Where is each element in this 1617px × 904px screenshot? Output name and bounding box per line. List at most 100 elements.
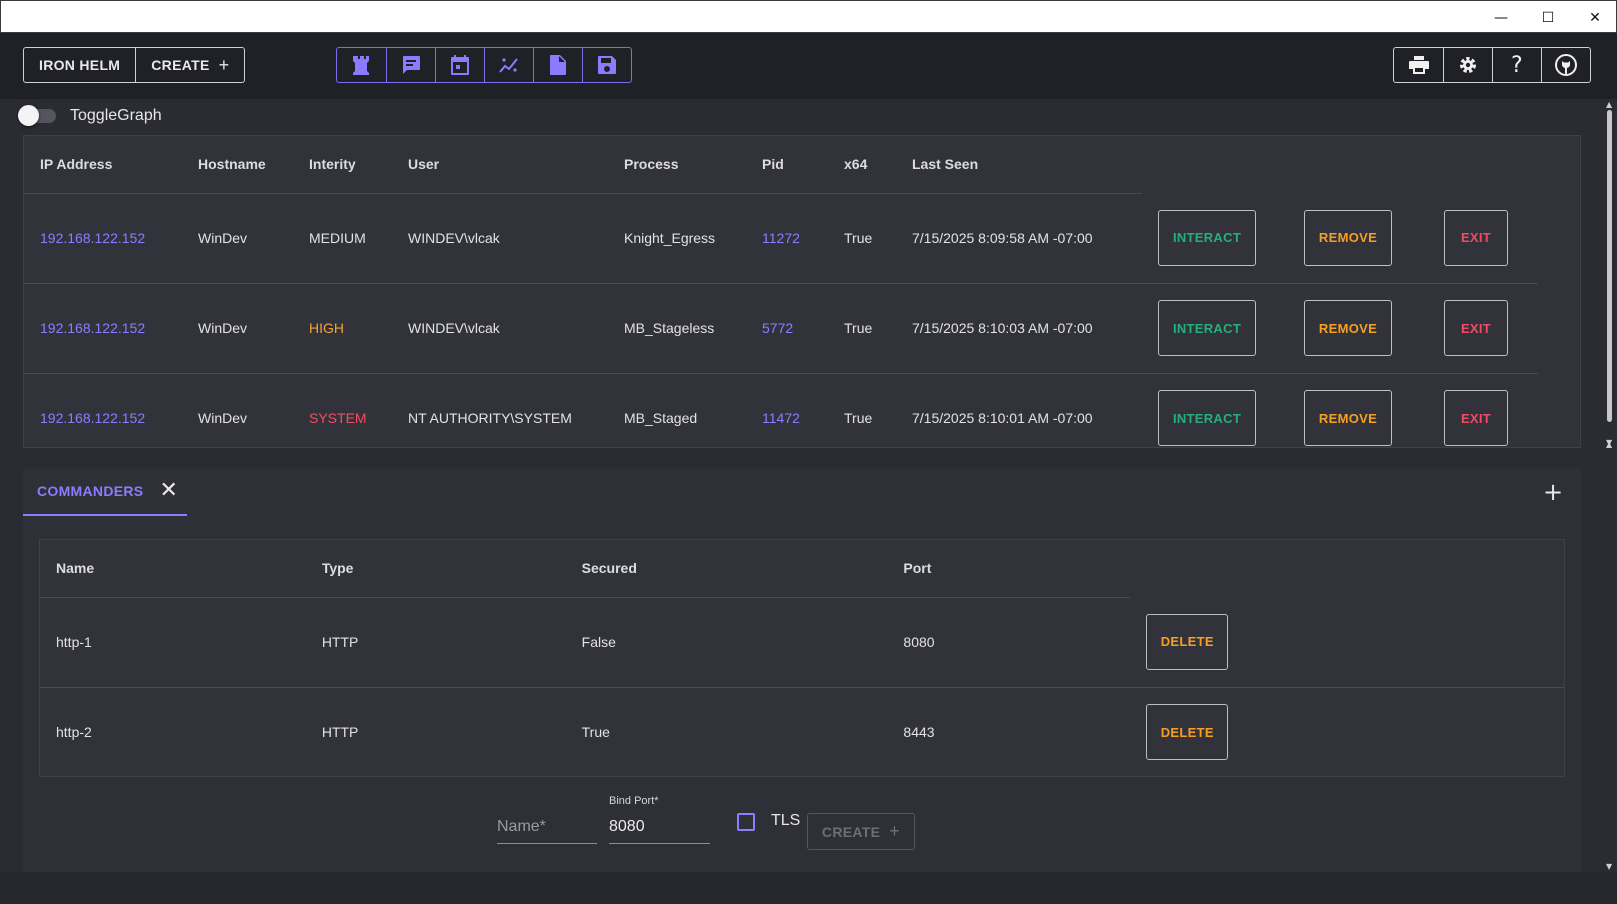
create-commander-button[interactable]: CREATE + xyxy=(807,813,915,850)
col-process: Process xyxy=(608,136,746,194)
tab-commanders-label: COMMANDERS xyxy=(37,483,144,499)
name-placeholder: Name* xyxy=(497,818,546,835)
commander-row: http-2 HTTP True 8443 DELETE xyxy=(40,686,1564,777)
iron-helm-label: IRON HELM xyxy=(39,57,121,73)
save-button[interactable] xyxy=(582,48,631,82)
calendar-icon xyxy=(451,55,469,75)
scroll-up-icon[interactable]: ▲ xyxy=(1606,440,1612,449)
scroll-thumb[interactable] xyxy=(1607,110,1612,422)
commander-row: http-1 HTTP False 8080 DELETE xyxy=(40,597,1564,687)
toggle-knob xyxy=(18,105,39,126)
col-x64: x64 xyxy=(828,136,896,194)
exit-button[interactable]: EXIT xyxy=(1444,300,1508,356)
interact-button[interactable]: INTERACT xyxy=(1158,390,1256,447)
agent-hostname: WinDev xyxy=(182,372,293,447)
help-button[interactable]: ? xyxy=(1492,48,1541,82)
print-button[interactable] xyxy=(1394,48,1443,82)
tower-button[interactable] xyxy=(337,48,386,82)
remove-button[interactable]: REMOVE xyxy=(1304,300,1392,356)
agents-scrollbar[interactable]: ▲ ▼ xyxy=(1604,100,1616,448)
bind-port-field[interactable]: Bind Port* 8080 xyxy=(609,795,710,844)
calendar-button[interactable] xyxy=(435,48,484,82)
iron-helm-button[interactable]: IRON HELM xyxy=(24,48,135,82)
scroll-up-icon[interactable]: ▲ xyxy=(1606,100,1612,109)
create-commander-label: CREATE xyxy=(821,823,881,840)
agent-pid[interactable]: 11272 xyxy=(746,193,828,283)
exit-button[interactable]: EXIT xyxy=(1444,209,1508,266)
agent-row: 192.168.122.152 WinDev SYSTEM NT AUTHORI… xyxy=(24,372,1538,447)
commander-name: http-1 xyxy=(56,634,92,650)
agent-x64: True xyxy=(828,282,896,373)
chart-icon xyxy=(499,58,518,73)
minimize-button[interactable]: — xyxy=(1478,1,1524,34)
agent-x64: True xyxy=(828,372,896,447)
close-icon[interactable]: ✕ xyxy=(159,480,177,502)
delete-button[interactable]: DELETE xyxy=(1146,704,1229,761)
agent-ip[interactable]: 192.168.122.152 xyxy=(24,193,182,283)
interact-button[interactable]: INTERACT xyxy=(1158,209,1256,266)
agent-pid[interactable]: 11472 xyxy=(746,372,828,447)
create-menu-button[interactable]: CREATE + xyxy=(135,48,244,82)
toggle-label: ToggleGraph xyxy=(70,107,162,124)
agents-table-panel: IP Address Hostname Interity User Proces… xyxy=(23,135,1581,448)
exit-button[interactable]: EXIT xyxy=(1444,390,1508,447)
tab-bar: COMMANDERS ✕ + xyxy=(23,468,1581,516)
close-icon: ✕ xyxy=(1589,9,1601,26)
agent-ip[interactable]: 192.168.122.152 xyxy=(24,372,182,447)
agent-ip[interactable]: 192.168.122.152 xyxy=(24,282,182,373)
col-hostname: Hostname xyxy=(182,136,293,194)
document-button[interactable] xyxy=(533,48,582,82)
gear-icon xyxy=(1460,57,1476,73)
col-integrity: Interity xyxy=(293,136,392,194)
col-secured: Secured xyxy=(565,540,888,598)
close-window-button[interactable]: ✕ xyxy=(1572,1,1617,34)
plus-icon: + xyxy=(218,54,230,75)
utility-button-group: ? xyxy=(1393,47,1591,83)
bottom-strip xyxy=(0,872,1617,904)
tab-commanders[interactable]: COMMANDERS ✕ xyxy=(23,468,187,516)
agent-process: Knight_Egress xyxy=(624,230,716,246)
toggle-graph[interactable]: ToggleGraph xyxy=(18,104,162,128)
github-button[interactable] xyxy=(1541,48,1590,82)
view-button-group xyxy=(336,47,632,83)
chat-icon xyxy=(403,56,420,74)
lower-scrollbar[interactable]: ▲ ▼ xyxy=(1604,440,1616,872)
remove-button[interactable]: REMOVE xyxy=(1304,209,1392,266)
col-user: User xyxy=(392,136,608,194)
settings-button[interactable] xyxy=(1443,48,1492,82)
scroll-down-icon[interactable]: ▼ xyxy=(1606,862,1612,871)
agent-row: 192.168.122.152 WinDev MEDIUM WINDEV\vlc… xyxy=(24,193,1538,283)
bind-port-label: Bind Port* xyxy=(609,795,659,807)
agent-user: WINDEV\vlcak xyxy=(408,230,500,246)
commander-name: http-2 xyxy=(40,686,306,777)
plus-icon[interactable]: + xyxy=(1543,478,1563,506)
agent-last-seen: 7/15/2025 8:10:03 AM -07:00 xyxy=(896,282,1142,373)
chart-button[interactable] xyxy=(484,48,533,82)
chat-button[interactable] xyxy=(386,48,435,82)
app-bar: IRON HELM CREATE + ? xyxy=(0,33,1617,99)
maximize-button[interactable]: ☐ xyxy=(1525,1,1571,34)
name-field[interactable]: Name* xyxy=(497,810,597,844)
save-icon xyxy=(598,56,616,74)
interact-button[interactable]: INTERACT xyxy=(1158,300,1256,356)
github-icon xyxy=(1555,54,1577,76)
agent-row: 192.168.122.152 WinDev HIGH WINDEV\vlcak… xyxy=(24,282,1538,373)
agent-integrity: SYSTEM xyxy=(293,372,392,447)
create-label: CREATE xyxy=(151,57,210,73)
document-icon xyxy=(550,55,566,75)
agent-integrity: MEDIUM xyxy=(309,230,366,246)
agent-process: MB_Stageless xyxy=(608,282,746,373)
commander-secured: False xyxy=(581,634,616,650)
col-pid: Pid xyxy=(746,136,828,194)
col-name: Name xyxy=(40,540,306,598)
delete-button[interactable]: DELETE xyxy=(1146,613,1229,670)
remove-button[interactable]: REMOVE xyxy=(1304,390,1392,447)
col-last-seen: Last Seen xyxy=(896,136,1142,194)
agent-last-seen: 7/15/2025 8:09:58 AM -07:00 xyxy=(912,230,1093,246)
agent-pid[interactable]: 5772 xyxy=(746,282,828,373)
tls-checkbox[interactable] xyxy=(737,813,755,831)
col-ip-address: IP Address xyxy=(24,136,182,194)
printer-icon xyxy=(1408,56,1429,74)
commanders-table-panel: Name Type Secured Port http-1 HTTP False… xyxy=(39,539,1565,777)
toggle-switch[interactable] xyxy=(18,105,56,126)
